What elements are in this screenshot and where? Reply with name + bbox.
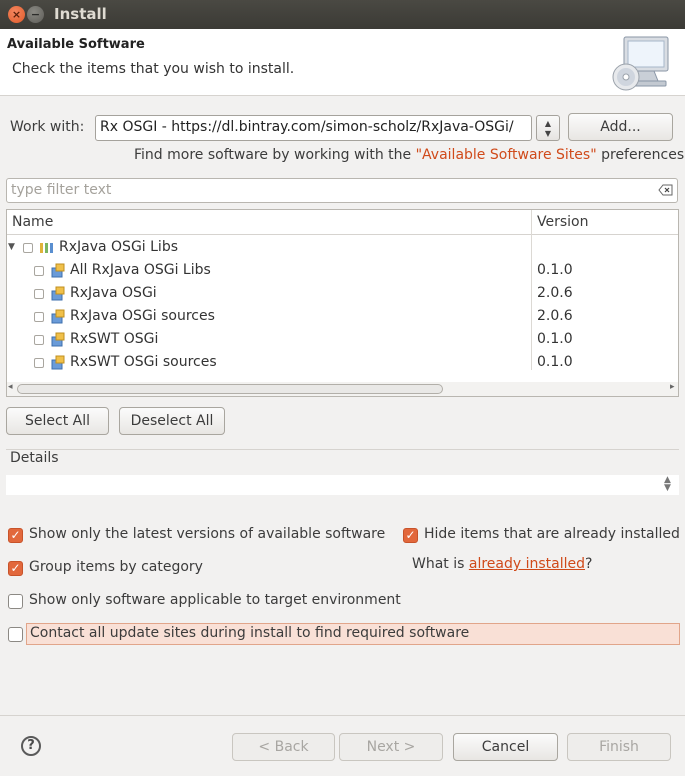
details-label: Details [10,450,59,466]
more-software-text: Find more software by working with the "… [134,147,685,163]
contact-all-sites-checkbox[interactable] [8,627,23,642]
plugin-feature-icon [51,355,65,370]
work-with-dropdown[interactable]: ▲ ▼ [536,115,560,141]
target-environment-checkbox[interactable] [8,594,23,609]
window-title: Install [54,5,107,23]
work-with-label: Work with: [10,119,85,135]
back-button[interactable]: < Back [232,733,335,761]
page-title: Available Software [7,37,145,52]
horizontal-scrollbar[interactable]: ◂ ▸ [7,382,678,396]
available-sites-link[interactable]: "Available Software Sites" [416,147,597,163]
page-subtitle: Check the items that you wish to install… [12,61,295,77]
software-tree[interactable]: Name Version ▼ RxJava OSGi Libs All RxJa… [6,209,679,397]
item-checkbox[interactable] [34,266,44,276]
select-all-button[interactable]: Select All [6,407,109,435]
already-installed-text: What is already installed? [412,556,592,572]
minimize-icon[interactable]: − [27,6,44,23]
next-button[interactable]: Next > [339,733,443,761]
close-icon[interactable]: × [8,6,25,23]
latest-versions-label[interactable]: Show only the latest versions of availab… [29,526,385,542]
scroll-left-icon[interactable]: ◂ [8,382,13,392]
plugin-feature-icon [51,309,65,324]
clear-filter-icon[interactable] [658,184,673,196]
category-icon [40,243,53,253]
plugin-feature-icon [51,286,65,301]
item-version: 0.1.0 [537,354,573,370]
already-installed-prefix: What is [412,556,469,572]
details-scroll-icon[interactable]: ▲ ▼ [664,476,671,493]
plugin-feature-icon [51,332,65,347]
group-by-category-label[interactable]: Group items by category [29,559,203,575]
title-bar: × − Install [0,0,685,29]
scrollbar-thumb[interactable] [17,384,443,394]
more-software-prefix: Find more software by working with the [134,147,416,163]
item-name: RxSWT OSGi [70,331,159,347]
tree-item-row[interactable]: RxJava OSGi sources 2.0.6 [7,306,573,329]
work-with-combo[interactable]: Rx OSGI - https://dl.bintray.com/simon-s… [95,115,532,141]
help-icon[interactable]: ? [21,736,41,756]
scroll-right-icon[interactable]: ▸ [670,382,675,392]
hide-installed-checkbox[interactable]: ✓ [403,528,418,543]
item-version: 2.0.6 [537,285,573,301]
item-version: 0.1.0 [537,331,573,347]
item-name: RxJava OSGi sources [70,308,215,324]
column-name[interactable]: Name [12,214,53,230]
column-version[interactable]: Version [537,214,588,230]
column-divider [531,210,532,370]
item-version: 2.0.6 [537,308,573,324]
item-version: 0.1.0 [537,262,573,278]
category-label: RxJava OSGi Libs [59,239,178,255]
chevron-up-icon: ▲ [544,119,552,128]
already-installed-link[interactable]: already installed [469,556,585,572]
item-checkbox[interactable] [34,312,44,322]
details-text-area[interactable] [6,475,679,495]
category-checkbox[interactable] [23,243,33,253]
group-by-category-checkbox[interactable]: ✓ [8,561,23,576]
footer-divider [0,715,685,716]
item-checkbox[interactable] [34,289,44,299]
hide-installed-label[interactable]: Hide items that are already installed [424,526,680,542]
more-software-suffix: preferences. [596,147,685,163]
item-checkbox[interactable] [34,335,44,345]
chevron-down-icon: ▼ [544,129,552,138]
tree-item-row[interactable]: RxSWT OSGi sources 0.1.0 [7,352,573,375]
item-name: All RxJava OSGi Libs [70,262,211,278]
deselect-all-button[interactable]: Deselect All [119,407,225,435]
tree-category-row[interactable]: ▼ RxJava OSGi Libs [7,237,527,260]
cancel-button[interactable]: Cancel [453,733,558,761]
wizard-header: Available Software Check the items that … [0,29,685,96]
expand-arrow-icon[interactable]: ▼ [8,242,15,252]
tree-item-row[interactable]: All RxJava OSGi Libs 0.1.0 [7,260,573,283]
item-name: RxSWT OSGi sources [70,354,217,370]
tree-item-row[interactable]: RxJava OSGi 2.0.6 [7,283,573,306]
filter-input[interactable]: type filter text [6,178,678,203]
plugin-feature-icon [51,263,65,278]
already-installed-suffix: ? [585,556,593,572]
target-environment-label[interactable]: Show only software applicable to target … [29,592,401,608]
item-name: RxJava OSGi [70,285,157,301]
finish-button[interactable]: Finish [567,733,671,761]
item-checkbox[interactable] [34,358,44,368]
install-computer-cd-icon [612,36,669,91]
contact-all-sites-label[interactable]: Contact all update sites during install … [30,625,469,641]
tree-item-row[interactable]: RxSWT OSGi 0.1.0 [7,329,573,352]
add-site-button[interactable]: Add... [568,113,673,141]
latest-versions-checkbox[interactable]: ✓ [8,528,23,543]
tree-header: Name Version [7,210,678,235]
